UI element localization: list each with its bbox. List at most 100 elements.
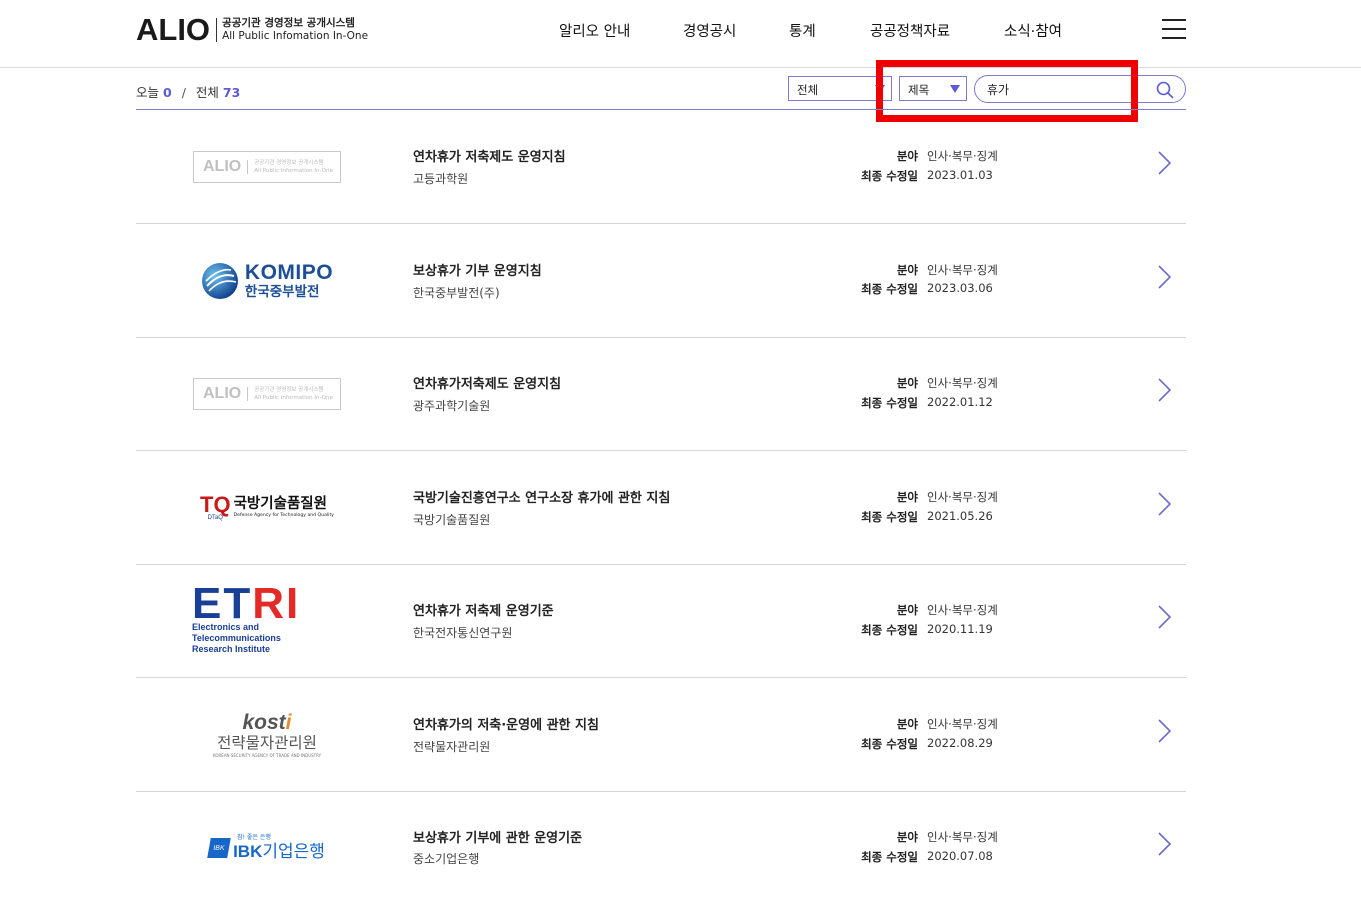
dtaq-logo: TQ DTaQ 국방기술품질원 Defense Agency for Techn… (200, 491, 334, 521)
search-box (974, 75, 1186, 103)
chevron-down-icon (875, 85, 885, 93)
ibk-logo-name-en: IBK (233, 841, 263, 861)
date-label: 최종 수정일 (861, 737, 918, 751)
list-item[interactable]: KOMIPO 한국중부발전 보상휴가 기부 운영지침 한국중부발전(주) 분야 … (136, 224, 1186, 338)
date-value: 2022.08.29 (927, 736, 993, 750)
komipo-logo: KOMIPO 한국중부발전 (201, 260, 334, 300)
total-count: 73 (222, 85, 241, 100)
field-value: 인사·복무·징계 (927, 603, 998, 617)
ibk-logo-name: IBK기업은행 (233, 842, 325, 862)
logo-divider (216, 18, 218, 42)
etri-logo-line2: Research Institute (192, 644, 271, 654)
item-title[interactable]: 연차휴가 저축제도 운영지침 (413, 146, 566, 165)
org-logo: TQ DTaQ 국방기술품질원 Defense Agency for Techn… (192, 451, 342, 564)
total-label: 전체 (195, 85, 219, 100)
field-label: 분야 (896, 717, 918, 731)
chevron-right-icon[interactable] (1156, 491, 1172, 517)
chevron-right-icon[interactable] (1156, 264, 1172, 290)
dtaq-logo-en: Defense Agency for Technology and Qualit… (233, 513, 334, 518)
site-logo[interactable]: ALIO 공공기관 경영정보 공개시스템 All Public Infomati… (136, 14, 368, 46)
field-value: 인사·복무·징계 (927, 717, 998, 731)
kosti-logo-ko: 전략물자관리원 (217, 733, 317, 752)
chevron-right-icon[interactable] (1156, 718, 1172, 744)
list-item[interactable]: ETRI Electronics and Telecommunications … (136, 564, 1186, 678)
kosti-logo: kosti 전략물자관리원 KOREAN SECURITY AGENCY OF … (212, 710, 322, 758)
date-label: 최종 수정일 (861, 396, 918, 410)
list-item[interactable]: TQ DTaQ 국방기술품질원 Defense Agency for Techn… (136, 451, 1186, 565)
ibk-logo: IBK 참! 좋은 은행 IBK기업은행 (207, 834, 325, 862)
etri-logo-wordmark: ETRI (192, 579, 301, 628)
logo-subtitle-ko: 공공기관 경영정보 공개시스템 (222, 17, 355, 29)
org-logo: ALIO 공공기관 경영정보 공개시스템 All Public Informati… (192, 337, 342, 450)
field-label: 분야 (896, 263, 918, 277)
result-count: 오늘 0 / 전체 73 (136, 82, 240, 101)
komipo-logo-ko: 한국중부발전 (244, 283, 320, 300)
ibk-logo-mark: IBK (207, 837, 231, 858)
org-logo: ALIO 공공기관 경영정보 공개시스템 All Public Informati… (192, 110, 342, 223)
date-value: 2020.07.08 (927, 849, 993, 863)
org-logo: ETRI Electronics and Telecommunications … (192, 564, 342, 677)
dtaq-logo-mark: TQ (200, 491, 231, 517)
search-icon[interactable] (1155, 80, 1175, 100)
list-item[interactable]: IBK 참! 좋은 은행 IBK기업은행 보상휴가 기부에 관한 운영기준 중소… (136, 791, 1186, 904)
item-org: 고등과학원 (413, 172, 469, 186)
item-org: 한국중부발전(주) (413, 286, 500, 300)
item-org: 중소기업은행 (413, 852, 480, 866)
date-value: 2023.01.03 (927, 168, 993, 182)
etri-logo-line1: Electronics and Telecommunications (192, 622, 281, 643)
nav-item-policy[interactable]: 공공정책자료 (870, 20, 950, 41)
date-value: 2020.11.19 (927, 622, 993, 636)
today-label: 오늘 (136, 85, 160, 100)
item-title[interactable]: 보상휴가 기부에 관한 운영기준 (413, 827, 582, 846)
org-logo: IBK 참! 좋은 은행 IBK기업은행 (192, 791, 342, 904)
field-label: 분야 (896, 149, 918, 163)
org-logo: KOMIPO 한국중부발전 (192, 224, 342, 337)
menu-icon[interactable] (1162, 19, 1186, 39)
placeholder-logo-en: All Public Information In-One (254, 394, 333, 401)
nav-item-about[interactable]: 알리오 안내 (559, 20, 630, 41)
kosti-logo-en: kosti (242, 710, 292, 734)
date-label: 최종 수정일 (861, 169, 918, 183)
item-org: 한국전자통신연구원 (413, 626, 513, 640)
item-org: 전략물자관리원 (413, 740, 491, 754)
placeholder-logo-ko: 공공기관 경영정보 공개시스템 (254, 159, 324, 166)
nav-item-news[interactable]: 소식·참여 (1004, 20, 1062, 41)
kosti-logo-tiny: KOREAN SECURITY AGENCY OF TRADE AND INDU… (212, 752, 322, 758)
field-value: 인사·복무·징계 (927, 830, 998, 844)
field-label: 분야 (896, 490, 918, 504)
logo-wordmark: ALIO (136, 12, 211, 47)
chevron-right-icon[interactable] (1156, 377, 1172, 403)
item-title[interactable]: 연차휴가의 저축·운영에 관한 지침 (413, 714, 599, 733)
field-label: 분야 (896, 376, 918, 390)
logo-subtitle: 공공기관 경영정보 공개시스템 All Public Infomation In… (222, 17, 368, 43)
org-logo: kosti 전략물자관리원 KOREAN SECURITY AGENCY OF … (192, 678, 342, 791)
search-input[interactable] (987, 80, 1137, 98)
item-title[interactable]: 연차휴가 저축제 운영기준 (413, 600, 554, 619)
scope-select[interactable]: 전체 (788, 76, 892, 101)
item-title[interactable]: 국방기술진흥연구소 연구소장 휴가에 관한 지침 (413, 487, 670, 506)
ibk-logo-name-ko: 기업은행 (262, 841, 325, 862)
placeholder-logo-ko: 공공기관 경영정보 공개시스템 (254, 386, 324, 393)
item-org: 국방기술품질원 (413, 513, 491, 527)
dtaq-logo-sub: DTaQ (207, 514, 223, 521)
chevron-right-icon[interactable] (1156, 604, 1172, 630)
nav-item-statistics[interactable]: 통계 (789, 20, 816, 41)
list-item[interactable]: kosti 전략물자관리원 KOREAN SECURITY AGENCY OF … (136, 678, 1186, 792)
nav-item-disclosure[interactable]: 경영공시 (683, 20, 736, 41)
etri-logo: ETRI Electronics and Telecommunications … (192, 579, 342, 655)
field-value: 인사·복무·징계 (927, 149, 998, 163)
item-title[interactable]: 보상휴가 기부 운영지침 (413, 260, 542, 279)
chevron-right-icon[interactable] (1156, 150, 1172, 176)
field-label: 분야 (896, 603, 918, 617)
scope-select-value: 전체 (797, 83, 819, 97)
chevron-right-icon[interactable] (1156, 831, 1172, 857)
field-select[interactable]: 제목 (899, 76, 967, 101)
list-item[interactable]: ALIO 공공기관 경영정보 공개시스템 All Public Informati… (136, 337, 1186, 451)
date-label: 최종 수정일 (861, 510, 918, 524)
date-value: 2023.03.06 (927, 281, 993, 295)
item-title[interactable]: 연차휴가저축제도 운영지침 (413, 373, 561, 392)
komipo-logo-en: KOMIPO (244, 260, 334, 284)
list-item[interactable]: ALIO 공공기관 경영정보 공개시스템 All Public Informati… (136, 110, 1186, 224)
item-org: 광주과학기술원 (413, 399, 491, 413)
placeholder-logo-text: ALIO (203, 384, 242, 402)
